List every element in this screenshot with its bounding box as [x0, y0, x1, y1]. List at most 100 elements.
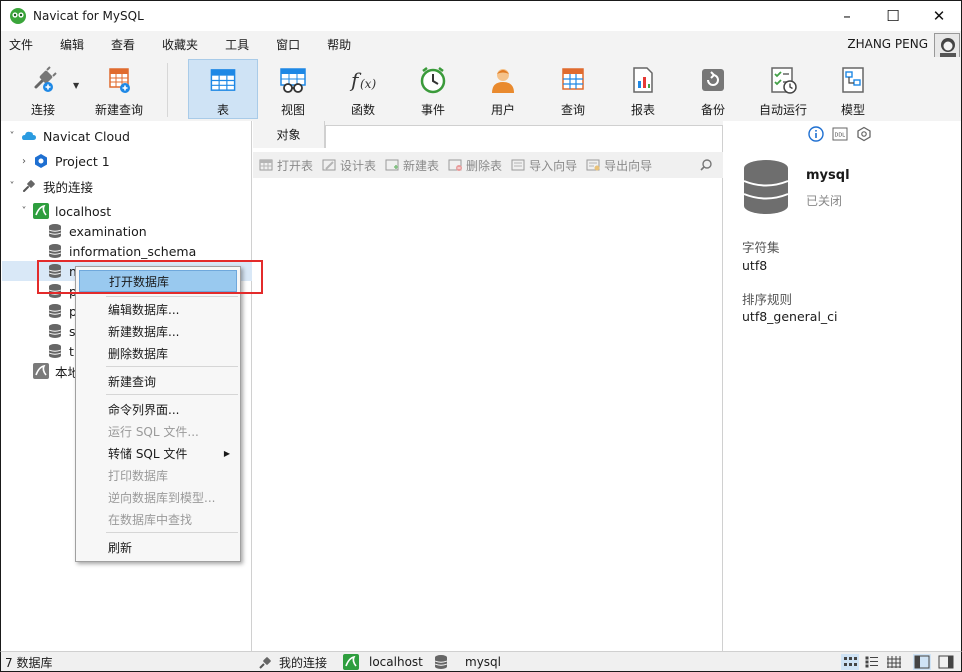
database-icon	[48, 324, 62, 338]
list-view-icon[interactable]	[863, 654, 881, 670]
mysql-connection-icon	[343, 654, 359, 670]
tree-item-navicat-cloud[interactable]: ˅ Navicat Cloud	[7, 126, 131, 146]
chevron-down-icon[interactable]: ˅	[19, 206, 29, 217]
event-button[interactable]: 事件	[405, 59, 461, 119]
menu-separator	[106, 366, 238, 367]
avatar[interactable]	[934, 33, 960, 59]
status-database: mysql	[433, 654, 501, 670]
user-label: 用户	[490, 103, 515, 117]
mysql-connection-icon	[33, 203, 49, 219]
table-label: 表	[216, 103, 229, 117]
menu-help[interactable]: 帮助	[319, 36, 359, 53]
report-button[interactable]: 报表	[615, 59, 671, 119]
menu-window[interactable]: 窗口	[268, 36, 308, 53]
backup-button[interactable]: 备份	[685, 59, 741, 119]
chevron-right-icon[interactable]: ›	[19, 156, 29, 167]
tree-item-local-connection[interactable]: 本地	[29, 361, 80, 381]
menu-dump-sql-file[interactable]: 转储 SQL 文件 ▶	[79, 442, 237, 464]
connect-dropdown-icon[interactable]: ▼	[73, 81, 79, 90]
ddl-icon[interactable]: DDL	[832, 126, 848, 142]
menu-edit[interactable]: 编辑	[52, 36, 92, 53]
tree-item-label: information_schema	[69, 243, 197, 259]
title-bar: Navicat for MySQL	[0, 0, 962, 31]
query-button[interactable]: 查询	[545, 59, 601, 119]
minimize-button[interactable]: –	[824, 0, 870, 31]
tree-item-my-connections[interactable]: ˅ 我的连接	[7, 176, 94, 196]
menu-command-line[interactable]: 命令列界面...	[79, 398, 237, 420]
menu-favorites[interactable]: 收藏夹	[154, 36, 206, 53]
plug-icon	[259, 656, 271, 669]
model-icon	[842, 67, 864, 93]
hexagon-icon[interactable]	[856, 126, 872, 142]
user-name[interactable]: ZHANG PENG	[847, 37, 928, 51]
menu-find-in-database: 在数据库中查找	[108, 512, 193, 527]
export-wizard-button[interactable]: 导出向导	[586, 157, 652, 174]
tab-objects[interactable]: 对象	[253, 121, 325, 148]
database-icon	[48, 244, 62, 258]
window-title: Navicat for MySQL	[33, 9, 144, 23]
tree-item-localhost[interactable]: ˅ localhost	[19, 201, 111, 221]
menu-delete-database[interactable]: 删除数据库	[79, 342, 237, 364]
database-icon	[48, 304, 62, 318]
tree-item-database[interactable]: examination	[43, 221, 147, 241]
menu-separator	[106, 296, 238, 297]
tree-item-project-1[interactable]: › Project 1	[19, 151, 110, 171]
delete-table-button[interactable]: 删除表	[448, 157, 502, 174]
view-button[interactable]: 视图	[265, 59, 321, 119]
menu-tools[interactable]: 工具	[217, 36, 257, 53]
right-panel-toggle-icon[interactable]	[937, 654, 955, 670]
menu-bar: 文件 编辑 查看 收藏夹 工具 窗口 帮助	[0, 31, 962, 57]
maximize-button[interactable]: ☐	[870, 0, 916, 31]
query-icon	[562, 68, 584, 90]
menu-refresh[interactable]: 刷新	[79, 536, 237, 558]
user-button[interactable]: 用户	[475, 59, 531, 119]
menu-new-query[interactable]: 新建查询	[79, 370, 237, 392]
grid-view-icon[interactable]	[841, 654, 859, 670]
left-panel-toggle-icon[interactable]	[913, 654, 931, 670]
status-connection-group: 我的连接	[257, 654, 327, 671]
schedule-label: 自动运行	[758, 103, 807, 117]
tree-item-database[interactable]: information_schema	[43, 241, 196, 261]
schedule-button[interactable]: 自动运行	[753, 59, 813, 119]
close-button[interactable]: ✕	[916, 0, 962, 31]
chevron-down-icon[interactable]: ˅	[7, 131, 17, 142]
function-button[interactable]: f (x) 函数	[335, 59, 391, 119]
database-icon	[434, 655, 448, 669]
model-button[interactable]: 模型	[825, 59, 881, 119]
tree-item-database[interactable]: t	[43, 341, 74, 361]
new-table-button[interactable]: 新建表	[385, 157, 439, 174]
open-table-icon	[259, 159, 273, 171]
cloud-icon	[22, 131, 36, 140]
database-icon	[48, 344, 62, 358]
menu-view[interactable]: 查看	[103, 36, 143, 53]
clock-icon	[420, 67, 446, 94]
open-table-button[interactable]: 打开表	[259, 157, 313, 174]
backup-icon	[702, 69, 724, 91]
menu-file[interactable]: 文件	[1, 36, 41, 53]
import-wizard-button[interactable]: 导入向导	[511, 157, 577, 174]
charset-label: 字符集	[742, 240, 780, 255]
connect-button[interactable]: 连接	[19, 59, 67, 119]
mysql-connection-icon	[33, 363, 49, 379]
chevron-down-icon[interactable]: ˅	[7, 181, 17, 192]
tree-item-database[interactable]: p	[43, 301, 77, 321]
tree-item-label: 我的连接	[43, 179, 94, 195]
view-icon	[280, 68, 306, 93]
menu-new-database[interactable]: 新建数据库...	[79, 320, 237, 342]
database-state: 已关闭	[806, 194, 843, 208]
toolbar-separator	[167, 63, 168, 117]
main-toolbar: 连接 ▼ 新建查询 表 视图 f (x) 函数 事件 用户 查询 报表 备份 自…	[0, 57, 962, 121]
table-button[interactable]: 表	[188, 59, 258, 119]
detail-view-icon[interactable]	[885, 654, 903, 670]
info-icon[interactable]	[808, 126, 824, 142]
avatar-icon	[935, 34, 959, 58]
new-query-button[interactable]: 新建查询	[91, 59, 147, 119]
tree-item-database[interactable]: s	[43, 321, 76, 341]
search-icon[interactable]	[699, 158, 713, 172]
menu-edit-database[interactable]: 编辑数据库...	[79, 298, 237, 320]
backup-label: 备份	[700, 103, 725, 117]
tree-item-label: localhost	[55, 203, 112, 219]
navicat-logo-icon	[10, 8, 26, 24]
delete-table-icon	[448, 159, 463, 171]
design-table-button[interactable]: 设计表	[322, 157, 376, 174]
